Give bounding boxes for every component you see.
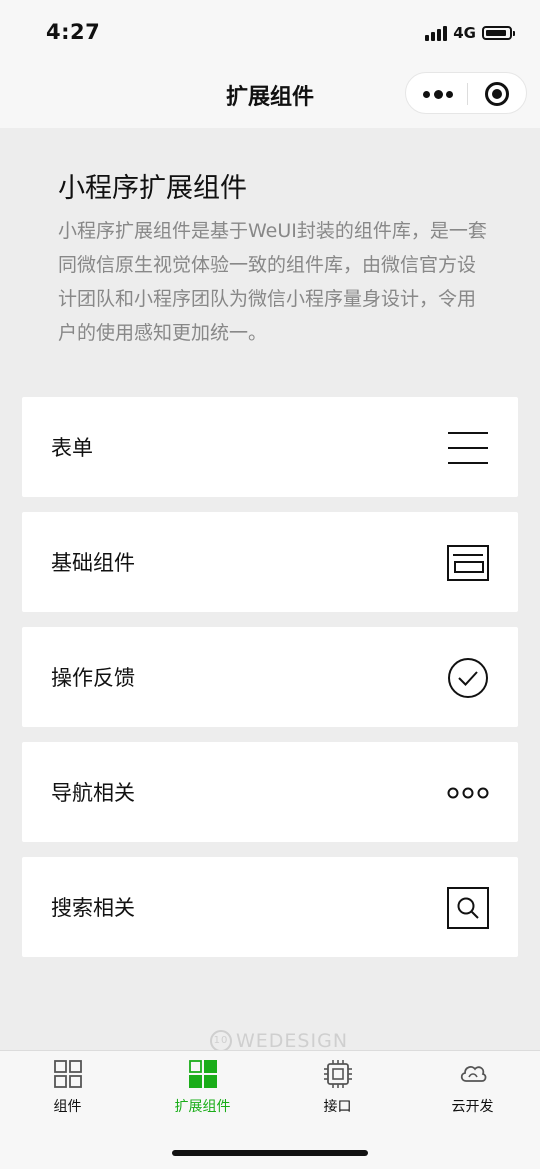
card-label: 导航相关 — [51, 781, 135, 805]
card-navigation[interactable]: 导航相关 — [22, 742, 518, 842]
network-type: 4G — [453, 24, 476, 42]
grid-filled-icon — [188, 1060, 217, 1088]
tab-extended-components[interactable]: 扩展组件 — [135, 1059, 270, 1116]
card-label: 基础组件 — [51, 551, 135, 575]
miniprogram-close-icon[interactable] — [485, 82, 509, 106]
card-feedback[interactable]: 操作反馈 — [22, 627, 518, 727]
wedesign-watermark: 10 WEDESIGN — [210, 1030, 348, 1052]
card-label: 搜索相关 — [51, 896, 135, 920]
status-bar: 4:27 4G — [0, 0, 540, 66]
card-search[interactable]: 搜索相关 — [22, 857, 518, 957]
card-basic-components[interactable]: 基础组件 — [22, 512, 518, 612]
status-time: 4:27 — [46, 20, 101, 44]
chip-icon — [323, 1060, 352, 1088]
tab-label: 云开发 — [451, 1099, 494, 1115]
home-indicator — [172, 1150, 368, 1156]
capsule-divider — [467, 83, 468, 105]
tab-label: 接口 — [323, 1099, 352, 1115]
tab-components[interactable]: 组件 — [0, 1059, 135, 1116]
miniprogram-capsule — [405, 72, 527, 114]
menu-lines-icon — [448, 432, 488, 464]
grid-outline-icon — [53, 1060, 82, 1088]
wedesign-logo-icon: 10 — [210, 1030, 232, 1052]
dots-icon — [447, 787, 489, 799]
component-box-icon — [447, 545, 489, 581]
search-icon — [447, 887, 489, 929]
battery-icon — [482, 26, 515, 40]
tab-label: 组件 — [53, 1099, 82, 1115]
check-circle-icon — [448, 658, 488, 698]
tab-api[interactable]: 接口 — [270, 1059, 405, 1116]
card-label: 操作反馈 — [51, 666, 135, 690]
watermark-text: WEDESIGN — [236, 1030, 349, 1052]
nav-bar: 扩展组件 — [0, 66, 540, 128]
cloud-icon — [460, 1066, 486, 1082]
tab-cloud-dev[interactable]: 云开发 — [405, 1059, 540, 1116]
hero-title: 小程序扩展组件 — [58, 173, 247, 204]
more-dots-icon[interactable] — [423, 85, 453, 103]
card-form[interactable]: 表单 — [22, 397, 518, 497]
signal-icon — [425, 25, 448, 41]
hero-description: 小程序扩展组件是基于WeUI封装的组件库，是一套同微信原生视觉体验一致的组件库，… — [58, 220, 487, 344]
tab-label: 扩展组件 — [174, 1099, 231, 1115]
status-indicators: 4G — [425, 22, 515, 44]
card-label: 表单 — [51, 436, 93, 460]
